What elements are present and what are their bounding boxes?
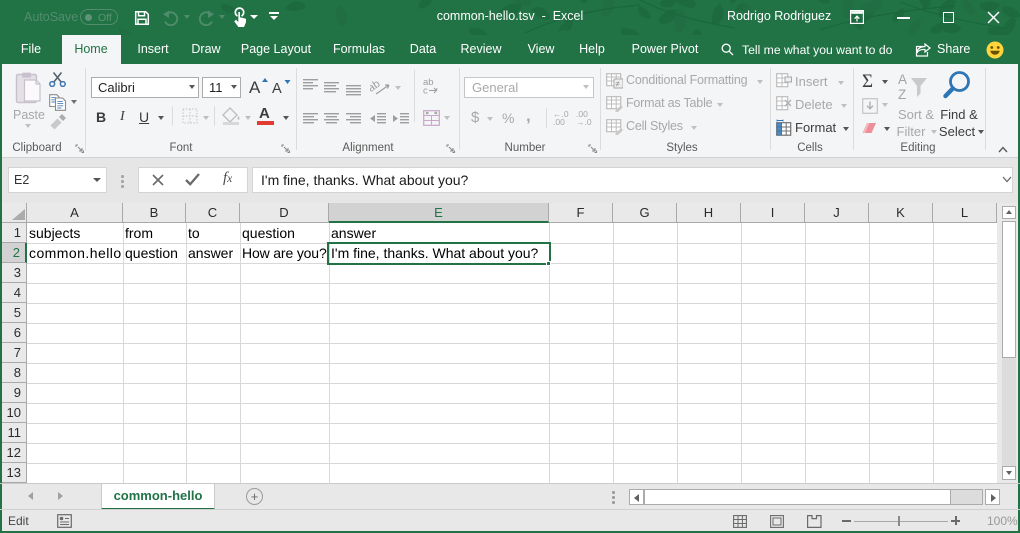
svg-text:c: c — [423, 86, 428, 95]
svg-text:A: A — [249, 78, 261, 96]
svg-text:ab: ab — [370, 78, 382, 95]
svg-text:A: A — [898, 72, 907, 87]
svg-text:Z: Z — [898, 87, 906, 102]
svg-text:A: A — [272, 81, 282, 96]
svg-text:≠: ≠ — [616, 80, 621, 89]
